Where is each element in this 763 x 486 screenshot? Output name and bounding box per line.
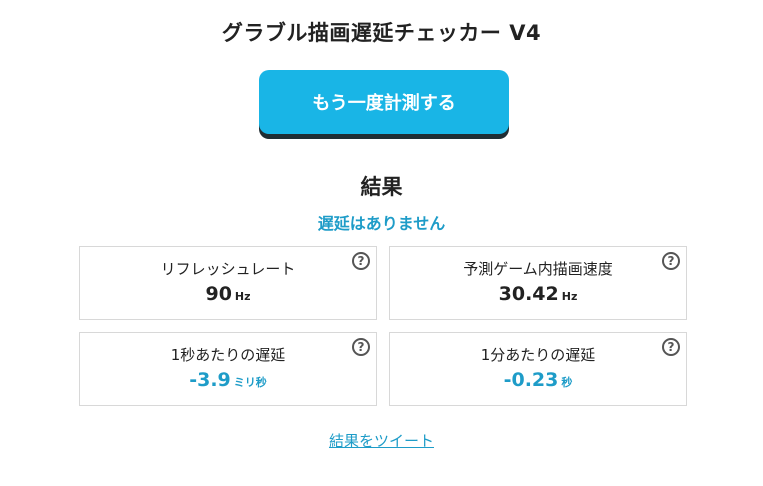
render-speed-help-icon[interactable]: ? bbox=[662, 252, 680, 270]
page-title: グラブル描画遅延チェッカー V4 bbox=[221, 21, 542, 45]
delay-per-second-number: -3.9 bbox=[189, 369, 231, 391]
measure-again-button[interactable]: もう一度計測する bbox=[259, 70, 509, 134]
delay-per-minute-card: 1分あたりの遅延 -0.23 秒 ? bbox=[389, 332, 687, 406]
delay-per-second-value: -3.9 ミリ秒 bbox=[80, 369, 376, 391]
delay-per-second-unit: ミリ秒 bbox=[233, 376, 267, 389]
tweet-result-link[interactable]: 結果をツイート bbox=[0, 430, 763, 451]
render-speed-number: 30.42 bbox=[498, 283, 559, 305]
refresh-rate-number: 90 bbox=[205, 283, 232, 305]
delay-per-minute-value: -0.23 秒 bbox=[390, 369, 686, 391]
refresh-rate-label: リフレッシュレート bbox=[160, 260, 296, 278]
refresh-rate-help-icon[interactable]: ? bbox=[352, 252, 370, 270]
render-speed-card: 予測ゲーム内描画速度 30.42 Hz ? bbox=[389, 246, 687, 320]
delay-per-second-card: 1秒あたりの遅延 -3.9 ミリ秒 ? bbox=[79, 332, 377, 406]
render-speed-unit: Hz bbox=[561, 290, 578, 303]
delay-per-minute-unit: 秒 bbox=[561, 376, 573, 389]
refresh-rate-card: リフレッシュレート 90 Hz ? bbox=[79, 246, 377, 320]
render-speed-value: 30.42 Hz bbox=[390, 283, 686, 305]
refresh-rate-value: 90 Hz bbox=[80, 283, 376, 305]
delay-per-second-label: 1秒あたりの遅延 bbox=[170, 346, 286, 364]
refresh-rate-unit: Hz bbox=[234, 290, 251, 303]
delay-per-minute-help-icon[interactable]: ? bbox=[662, 338, 680, 356]
result-status: 遅延はありません bbox=[317, 214, 446, 233]
result-heading: 結果 bbox=[360, 175, 403, 199]
delay-per-second-help-icon[interactable]: ? bbox=[352, 338, 370, 356]
delay-per-minute-label: 1分あたりの遅延 bbox=[480, 346, 596, 364]
delay-per-minute-number: -0.23 bbox=[503, 369, 559, 391]
render-speed-label: 予測ゲーム内描画速度 bbox=[463, 260, 613, 278]
